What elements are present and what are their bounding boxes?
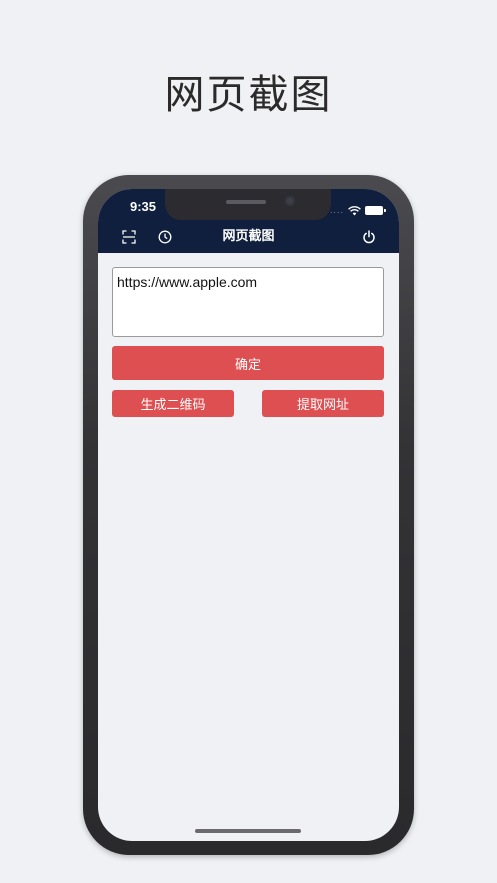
home-indicator[interactable] — [195, 829, 301, 833]
nav-bar: 9:35 .... 网页截图 — [98, 189, 399, 253]
promo-headline: 网页截图 — [164, 72, 333, 118]
page: 网页截图 9:35 .... 网页截图 https://www.apple.co… — [0, 0, 497, 883]
nav-title: 网页截图 — [222, 229, 275, 244]
speaker-grille — [226, 200, 266, 204]
phone-screen: 9:35 .... 网页截图 https://www.apple.com 确定 … — [98, 189, 399, 841]
front-camera — [285, 196, 295, 206]
wifi-icon — [348, 201, 361, 220]
status-icons: .... — [329, 201, 386, 220]
power-icon[interactable] — [361, 229, 377, 245]
status-time: 9:35 — [130, 199, 157, 214]
signal-dots: .... — [329, 205, 344, 215]
generate-qr-button[interactable]: 生成二维码 — [112, 390, 234, 417]
phone-notch — [165, 189, 331, 220]
battery-icon — [365, 206, 386, 215]
confirm-button[interactable]: 确定 — [112, 346, 384, 380]
url-input[interactable]: https://www.apple.com — [112, 267, 384, 337]
phone-frame: 9:35 .... 网页截图 https://www.apple.com 确定 … — [83, 175, 414, 855]
extract-url-button[interactable]: 提取网址 — [262, 390, 384, 417]
